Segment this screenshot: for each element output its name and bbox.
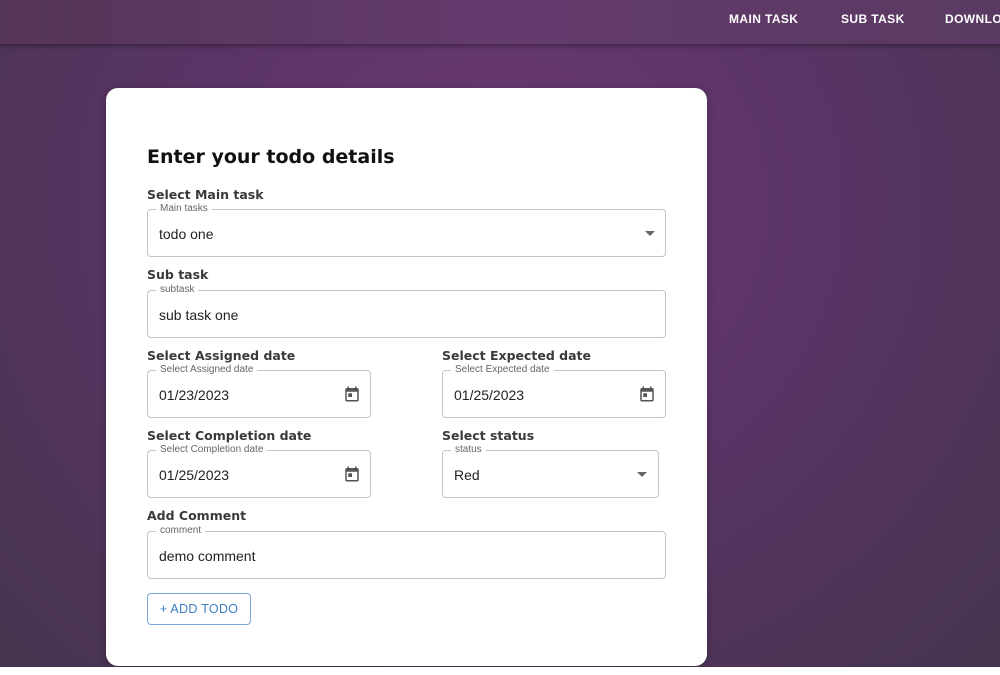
completion-date-field-label: Select Completion date — [156, 444, 268, 456]
status-section-label: Select status — [442, 428, 535, 443]
status-value: Red — [454, 467, 480, 483]
calendar-icon[interactable] — [343, 385, 361, 403]
completion-date-value: 01/25/2023 — [159, 467, 230, 483]
expected-date-section-label: Select Expected date — [442, 348, 592, 363]
comment-input[interactable]: comment demo comment — [147, 525, 666, 579]
completion-date-section-label: Select Completion date — [147, 428, 312, 443]
calendar-icon[interactable] — [343, 465, 361, 483]
main-task-section-label: Select Main task — [147, 187, 264, 202]
page-bottom-strip — [0, 667, 1000, 675]
assigned-date-value: 01/23/2023 — [159, 387, 230, 403]
comment-field-label: comment — [156, 525, 206, 537]
comment-section-label: Add Comment — [147, 508, 247, 523]
comment-value: demo comment — [159, 548, 256, 564]
nav-main-task[interactable]: MAIN TASK — [729, 12, 798, 26]
subtask-field-label: subtask — [156, 284, 199, 296]
add-todo-button[interactable]: + ADD TODO — [147, 593, 251, 625]
expected-date-value: 01/25/2023 — [454, 387, 525, 403]
main-task-field-label: Main tasks — [156, 203, 212, 215]
assigned-date-input[interactable]: Select Assigned date 01/23/2023 — [147, 364, 371, 418]
completion-date-input[interactable]: Select Completion date 01/25/2023 — [147, 444, 371, 498]
calendar-icon[interactable] — [638, 385, 656, 403]
status-field-label: status — [451, 444, 486, 456]
main-task-value: todo one — [159, 226, 214, 242]
assigned-date-field-label: Select Assigned date — [156, 364, 258, 376]
nav-sub-task[interactable]: SUB TASK — [841, 12, 905, 26]
top-navbar: MAIN TASK SUB TASK DOWNLO — [0, 0, 1000, 44]
subtask-value: sub task one — [159, 307, 239, 323]
sub-task-section-label: Sub task — [147, 267, 209, 282]
nav-download[interactable]: DOWNLO — [945, 12, 1000, 26]
status-select[interactable]: status Red — [442, 444, 659, 498]
subtask-input[interactable]: subtask sub task one — [147, 284, 666, 338]
main-task-select[interactable]: Main tasks todo one — [147, 203, 666, 257]
todo-form-card: Enter your todo details Select Main task… — [106, 88, 707, 666]
assigned-date-section-label: Select Assigned date — [147, 348, 296, 363]
chevron-down-icon[interactable] — [645, 231, 655, 236]
expected-date-field-label: Select Expected date — [451, 364, 554, 376]
form-title: Enter your todo details — [147, 146, 395, 168]
expected-date-input[interactable]: Select Expected date 01/25/2023 — [442, 364, 666, 418]
chevron-down-icon[interactable] — [637, 472, 647, 477]
